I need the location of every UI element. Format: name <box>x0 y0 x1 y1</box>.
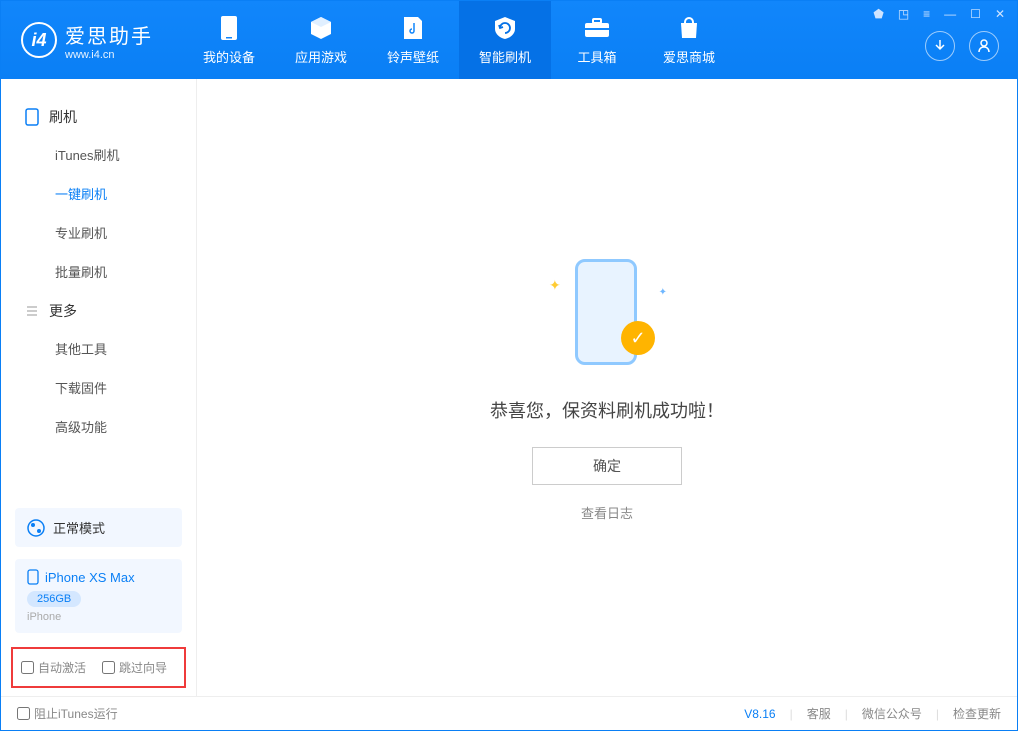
sidebar-section-more: 更多 <box>1 291 196 329</box>
music-file-icon <box>402 15 424 41</box>
tab-tools[interactable]: 工具箱 <box>551 1 643 79</box>
user-button[interactable] <box>969 31 999 61</box>
checkbox-label: 阻止iTunes运行 <box>34 705 118 722</box>
logo-icon: i4 <box>21 22 57 58</box>
section-label: 刷机 <box>49 107 77 127</box>
mode-label: 正常模式 <box>53 518 105 537</box>
mode-card[interactable]: 正常模式 <box>15 508 182 547</box>
theme-icon[interactable]: ⬟ <box>871 5 885 23</box>
check-badge-icon: ✓ <box>621 321 655 355</box>
device-icon <box>27 569 39 585</box>
highlighted-options: 自动激活 跳过向导 <box>11 647 186 688</box>
device-type: iPhone <box>27 611 170 623</box>
sidebar-item-batch-flash[interactable]: 批量刷机 <box>1 252 196 291</box>
device-name-row: iPhone XS Max <box>27 569 170 585</box>
view-log-link[interactable]: 查看日志 <box>581 503 633 522</box>
update-link[interactable]: 检查更新 <box>953 705 1001 722</box>
tab-label: 应用游戏 <box>295 47 347 66</box>
sidebar-section-flash: 刷机 <box>1 97 196 135</box>
tab-ringtones[interactable]: 铃声壁纸 <box>367 1 459 79</box>
list-icon <box>25 304 39 318</box>
menu-icon[interactable]: ≡ <box>921 5 932 23</box>
toolbox-icon <box>583 15 611 41</box>
app-name: 爱思助手 <box>65 20 153 49</box>
minimize-button[interactable]: — <box>942 5 958 23</box>
support-link[interactable]: 客服 <box>807 705 831 722</box>
device-card[interactable]: iPhone XS Max 256GB iPhone <box>15 559 182 633</box>
success-illustration: ✦ ✦ ✓ <box>547 259 667 369</box>
main-content: ✦ ✦ ✓ 恭喜您，保资料刷机成功啦！ 确定 查看日志 <box>197 79 1017 696</box>
sparkle-icon: ✦ <box>549 277 561 294</box>
sidebar-item-pro-flash[interactable]: 专业刷机 <box>1 213 196 252</box>
checkbox-label: 跳过向导 <box>119 659 167 676</box>
tab-flash[interactable]: 智能刷机 <box>459 1 551 79</box>
tab-label: 工具箱 <box>577 47 616 66</box>
section-label: 更多 <box>49 301 77 321</box>
logo: i4 爱思助手 www.i4.cn <box>1 20 173 61</box>
version-label: V8.16 <box>744 707 775 721</box>
tab-label: 我的设备 <box>203 47 255 66</box>
tab-label: 爱思商城 <box>663 47 715 66</box>
success-message: 恭喜您，保资料刷机成功啦！ <box>490 397 724 423</box>
device-name: iPhone XS Max <box>45 570 135 585</box>
auto-activate-checkbox[interactable]: 自动激活 <box>21 659 86 676</box>
sparkle-icon: ✦ <box>659 287 667 298</box>
close-button[interactable]: ✕ <box>993 5 1007 23</box>
titlebar-controls: ⬟ ◳ ≡ — ☐ ✕ <box>871 5 1007 23</box>
shield-refresh-icon <box>492 15 518 41</box>
cube-icon <box>308 15 334 41</box>
wechat-link[interactable]: 微信公众号 <box>862 705 922 722</box>
skip-guide-checkbox[interactable]: 跳过向导 <box>102 659 167 676</box>
footer: 阻止iTunes运行 V8.16 | 客服 | 微信公众号 | 检查更新 <box>1 696 1017 730</box>
bag-icon <box>677 15 701 41</box>
tab-my-device[interactable]: 我的设备 <box>183 1 275 79</box>
header: ⬟ ◳ ≡ — ☐ ✕ i4 爱思助手 www.i4.cn 我的设备 应用游戏 <box>1 1 1017 79</box>
sidebar: 刷机 iTunes刷机 一键刷机 专业刷机 批量刷机 更多 其他工具 下载固件 … <box>1 79 197 696</box>
app-url: www.i4.cn <box>65 49 153 61</box>
footer-right: V8.16 | 客服 | 微信公众号 | 检查更新 <box>744 705 1001 722</box>
body: 刷机 iTunes刷机 一键刷机 专业刷机 批量刷机 更多 其他工具 下载固件 … <box>1 79 1017 696</box>
main-tabs: 我的设备 应用游戏 铃声壁纸 智能刷机 工具箱 爱思商城 <box>183 1 735 79</box>
ok-button[interactable]: 确定 <box>532 447 682 485</box>
checkbox-label: 自动激活 <box>38 659 86 676</box>
mode-icon <box>27 519 45 537</box>
header-actions <box>925 31 999 61</box>
sidebar-item-onekey-flash[interactable]: 一键刷机 <box>1 174 196 213</box>
app-window: ⬟ ◳ ≡ — ☐ ✕ i4 爱思助手 www.i4.cn 我的设备 应用游戏 <box>0 0 1018 731</box>
block-itunes-checkbox[interactable]: 阻止iTunes运行 <box>17 705 118 722</box>
sidebar-item-other-tools[interactable]: 其他工具 <box>1 329 196 368</box>
sidebar-item-itunes-flash[interactable]: iTunes刷机 <box>1 135 196 174</box>
sidebar-item-download-firmware[interactable]: 下载固件 <box>1 368 196 407</box>
tab-label: 智能刷机 <box>479 47 531 66</box>
sidebar-item-advanced[interactable]: 高级功能 <box>1 407 196 446</box>
phone-outline-icon <box>25 108 39 126</box>
maximize-button[interactable]: ☐ <box>968 5 983 23</box>
storage-badge: 256GB <box>27 591 81 607</box>
phone-icon <box>220 15 238 41</box>
tab-label: 铃声壁纸 <box>387 47 439 66</box>
logo-text: 爱思助手 www.i4.cn <box>65 20 153 61</box>
download-button[interactable] <box>925 31 955 61</box>
skin-icon[interactable]: ◳ <box>896 5 911 23</box>
tab-apps[interactable]: 应用游戏 <box>275 1 367 79</box>
tab-store[interactable]: 爱思商城 <box>643 1 735 79</box>
